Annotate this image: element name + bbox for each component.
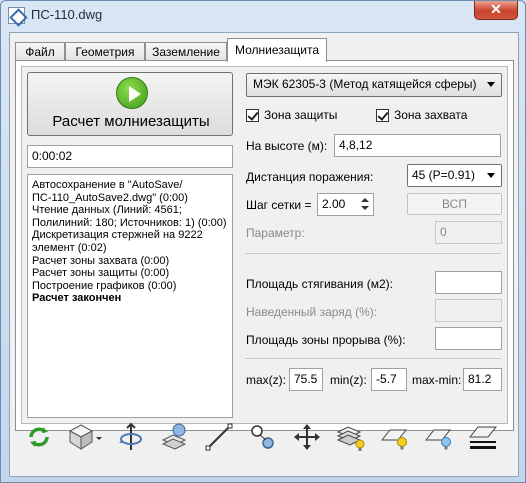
checkbox-checked-icon <box>246 108 259 122</box>
method-select[interactable]: МЭК 62305-3 (Метод катящейся сферы) <box>246 73 502 97</box>
area-label: Площадь стягивания (м2): <box>246 277 393 291</box>
bottom-toolbar <box>15 419 511 459</box>
charge-output[interactable] <box>435 299 502 322</box>
max-z-label: max(z): <box>246 373 286 387</box>
tab-grounding[interactable]: Заземление <box>145 42 227 61</box>
tab-geometry[interactable]: Геометрия <box>65 42 145 61</box>
calc-lightning-button[interactable]: Расчет молниезащиты <box>27 72 233 136</box>
settings-panel: МЭК 62305-3 (Метод катящейся сферы) Зона… <box>240 67 508 423</box>
divider <box>245 253 501 254</box>
log-line: Чтение данных (Линий: 4561; <box>32 204 182 217</box>
zone-protection-checkbox[interactable]: Зона защиты <box>246 108 337 122</box>
min-z-label: min(z): <box>330 373 367 387</box>
breakthrough-output[interactable] <box>435 327 502 350</box>
tab-file[interactable]: Файл <box>15 42 65 61</box>
log-line: Построение графиков (0:00) <box>32 279 177 292</box>
calc-button-label: Расчет молниезащиты <box>52 113 210 130</box>
zone-capture-checkbox[interactable]: Зона захвата <box>376 108 467 122</box>
method-value: МЭК 62305-3 (Метод катящейся сферы) <box>253 77 477 91</box>
log-line: Полилиний: 180; Источников: 1) (0:00) <box>32 216 227 229</box>
log-line-done: Расчет закончен <box>32 292 122 305</box>
param-label: Параметр: <box>246 226 305 240</box>
main-window: ПС-110.dwg ✕ Файл Геометрия Заземление М… <box>0 0 526 483</box>
lightning-group: Расчет молниезащиты 0:00:02 Автосохранен… <box>21 66 508 424</box>
vsp-button[interactable]: ВСП <box>407 193 502 215</box>
min-z-value[interactable]: -5.7 <box>371 368 407 391</box>
param-input[interactable]: 0 <box>435 221 502 244</box>
grid-step-label: Шаг сетки = <box>246 198 312 212</box>
area-output[interactable] <box>435 271 502 294</box>
view-cube-icon[interactable] <box>63 419 107 455</box>
tab-lightning[interactable]: Молниезащита <box>227 38 327 62</box>
log-line: Дискретизация стержней на 9222 элемент (… <box>32 229 203 254</box>
client-area: Файл Геометрия Заземление Молниезащита Р… <box>9 32 519 477</box>
plane-ground-icon[interactable] <box>465 419 501 455</box>
distance-select[interactable]: 45 (P=0.91) <box>407 164 502 187</box>
log-line: Расчет зоны захвата (0:00) <box>32 254 170 267</box>
spinner-arrows-icon[interactable] <box>360 194 370 215</box>
zone-protection-label: Зона защиты <box>264 108 338 122</box>
height-label: На высоте (м): <box>246 139 328 153</box>
layers-light-icon[interactable] <box>333 419 369 455</box>
log-line: Автосохранение в "AutoSave/ ПС-110_AutoS… <box>32 179 188 204</box>
points-icon[interactable] <box>245 419 281 455</box>
window-title: ПС-110.dwg <box>31 7 103 22</box>
chevron-down-icon <box>487 173 495 178</box>
max-min-value[interactable]: 81.2 <box>463 368 502 391</box>
elapsed-time: 0:00:02 <box>27 145 233 168</box>
max-z-value[interactable]: 75.5 <box>289 368 323 391</box>
divider <box>245 358 501 359</box>
zone-capture-label: Зона захвата <box>394 108 468 122</box>
play-icon <box>116 77 148 109</box>
checkbox-checked-icon <box>376 108 389 122</box>
log-line: Расчет зоны защиты (0:00) <box>32 267 170 280</box>
breakthrough-label: Площадь зоны прорыва (%): <box>246 333 406 347</box>
log-panel[interactable]: Автосохранение в "AutoSave/ ПС-110_AutoS… <box>27 174 233 418</box>
close-button[interactable]: ✕ <box>474 1 518 20</box>
rotate-icon[interactable] <box>113 419 149 455</box>
line-icon[interactable] <box>201 419 237 455</box>
distance-label: Дистанция поражения: <box>246 170 374 184</box>
app-icon <box>8 7 25 24</box>
move-arrows-icon[interactable] <box>289 419 325 455</box>
chevron-down-icon <box>487 82 495 87</box>
distance-value: 45 (P=0.91) <box>412 168 476 182</box>
plane-light-icon[interactable] <box>377 419 413 455</box>
title-bar[interactable]: ПС-110.dwg ✕ <box>1 1 525 29</box>
height-input[interactable]: 4,8,12 <box>334 134 501 157</box>
charge-label: Наведенный заряд (%): <box>246 305 378 319</box>
tab-panel-lightning: Расчет молниезащиты 0:00:02 Автосохранен… <box>15 60 514 431</box>
layers-icon[interactable] <box>157 419 193 455</box>
grid-step-value: 2.00 <box>322 197 346 211</box>
plane-blue-light-icon[interactable] <box>421 419 457 455</box>
refresh-icon[interactable] <box>21 419 57 455</box>
max-min-label: max-min: <box>412 373 462 387</box>
